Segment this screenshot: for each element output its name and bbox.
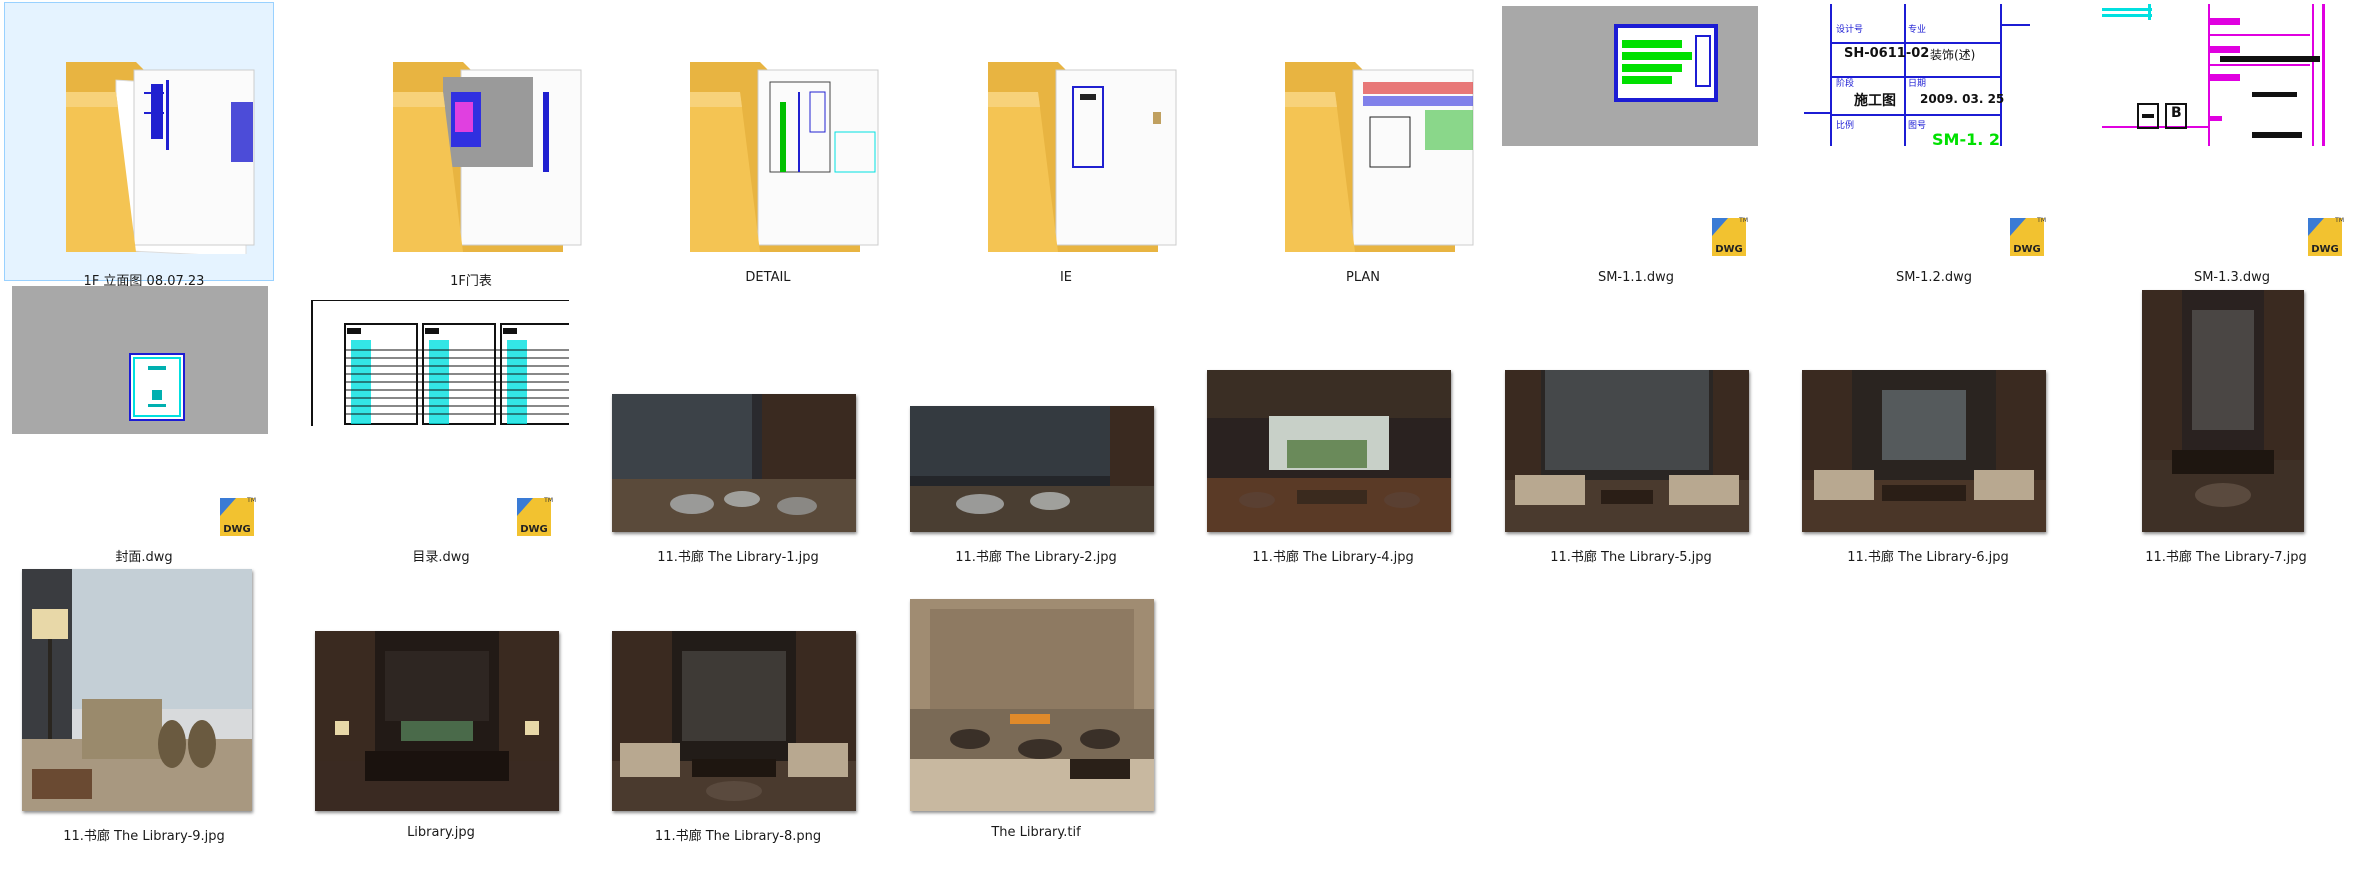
file-explorer-large-icons-view: { "view": "large-icons", "colors": { "se…	[0, 0, 2375, 887]
file-name-label: Library.jpg	[407, 825, 475, 840]
svg-text:DWG: DWG	[223, 524, 251, 535]
image-thumbnail	[1207, 370, 1451, 532]
dwg-preview: 设计号 专业 SH-0611-02 装饰(述) 阶段 日期 施工图 2009. …	[1804, 4, 2030, 146]
dwg-preview	[12, 286, 268, 434]
dwg-preview	[1502, 6, 1758, 146]
svg-text:DWG: DWG	[1715, 244, 1743, 255]
folder-icon	[393, 62, 582, 252]
dwg-file-item[interactable]: DWG TM SM-1.1.dwg	[1498, 4, 1774, 285]
folder-item[interactable]: DETAIL	[630, 4, 906, 285]
image-file-item[interactable]: 11.书廊 The Library-4.jpg	[1195, 284, 1471, 565]
folder-item[interactable]: 1F 立面图 08.07.23	[4, 2, 282, 289]
image-file-item[interactable]: 11.书廊 The Library-7.jpg	[2088, 284, 2364, 565]
image-thumbnail	[315, 631, 559, 811]
file-name-label: IE	[1059, 270, 1073, 285]
dwg-file-item[interactable]: B DWG TM SM-1.3.dwg	[2094, 4, 2370, 285]
folder-item[interactable]: IE	[928, 4, 1204, 285]
file-name-label: The Library.tif	[991, 825, 1081, 840]
svg-text:DWG: DWG	[2013, 244, 2041, 255]
file-name-label: 11.书廊 The Library-4.jpg	[1252, 550, 1414, 565]
folder-icon	[1285, 62, 1474, 252]
dwg-preview	[311, 300, 569, 426]
image-file-item[interactable]: The Library.tif	[898, 563, 1174, 843]
dwg-file-icon: DWG TM	[2010, 217, 2046, 256]
svg-text:TM: TM	[543, 497, 553, 504]
folder-item[interactable]: 1F门表	[333, 4, 609, 289]
image-file-item[interactable]: 11.书廊 The Library-9.jpg	[6, 563, 282, 844]
file-name-label: 11.书廊 The Library-5.jpg	[1550, 550, 1712, 565]
dwg-file-icon: DWG TM	[517, 497, 553, 536]
file-name-label: 11.书廊 The Library-9.jpg	[63, 829, 225, 844]
file-name-label: DETAIL	[745, 270, 791, 285]
image-file-item[interactable]: 11.书廊 The Library-6.jpg	[1790, 284, 2066, 565]
folder-icon	[66, 62, 255, 254]
file-name-label: SM-1.3.dwg	[2193, 270, 2271, 285]
svg-text:DWG: DWG	[2311, 244, 2339, 255]
image-file-item[interactable]: 11.书廊 The Library-1.jpg	[600, 284, 876, 565]
file-name-label: SM-1.2.dwg	[1895, 270, 1973, 285]
file-name-label: 11.书廊 The Library-6.jpg	[1847, 550, 2009, 565]
dwg-file-item[interactable]: DWG TM 目录.dwg	[303, 284, 579, 565]
dwg-file-icon: DWG TM	[2308, 217, 2344, 256]
image-file-item[interactable]: 11.书廊 The Library-2.jpg	[898, 284, 1174, 565]
image-file-item[interactable]: 11.书廊 The Library-8.png	[600, 563, 876, 844]
file-name-label: 11.书廊 The Library-7.jpg	[2145, 550, 2307, 565]
file-name-label: 11.书廊 The Library-8.png	[654, 829, 822, 844]
image-thumbnail	[2142, 290, 2304, 532]
svg-text:DWG: DWG	[520, 524, 548, 535]
image-thumbnail	[910, 599, 1154, 811]
file-name-label: SM-1.1.dwg	[1597, 270, 1675, 285]
folder-icon	[690, 62, 879, 252]
dwg-file-item[interactable]: 设计号 专业 SH-0611-02 装饰(述) 阶段 日期 施工图 2009. …	[1796, 4, 2072, 285]
image-thumbnail	[612, 394, 856, 532]
image-thumbnail	[1505, 370, 1749, 532]
image-thumbnail	[1802, 370, 2046, 532]
svg-text:TM: TM	[246, 497, 256, 504]
dwg-file-item[interactable]: DWG TM 封面.dwg	[6, 284, 282, 565]
image-thumbnail	[612, 631, 856, 811]
image-thumbnail	[22, 569, 252, 811]
dwg-file-icon: DWG TM	[220, 497, 256, 536]
image-thumbnail	[910, 406, 1154, 532]
svg-text:TM: TM	[2334, 217, 2344, 224]
dwg-preview: B	[2102, 4, 2360, 146]
file-name-label: PLAN	[1346, 270, 1380, 285]
dwg-file-icon: DWG TM	[1712, 217, 1748, 256]
image-file-item[interactable]: Library.jpg	[303, 563, 579, 843]
svg-text:TM: TM	[2036, 217, 2046, 224]
folder-icon	[988, 62, 1177, 252]
folder-item[interactable]: PLAN	[1225, 4, 1501, 285]
svg-text:TM: TM	[1738, 217, 1748, 224]
image-file-item[interactable]: 11.书廊 The Library-5.jpg	[1493, 284, 1769, 565]
